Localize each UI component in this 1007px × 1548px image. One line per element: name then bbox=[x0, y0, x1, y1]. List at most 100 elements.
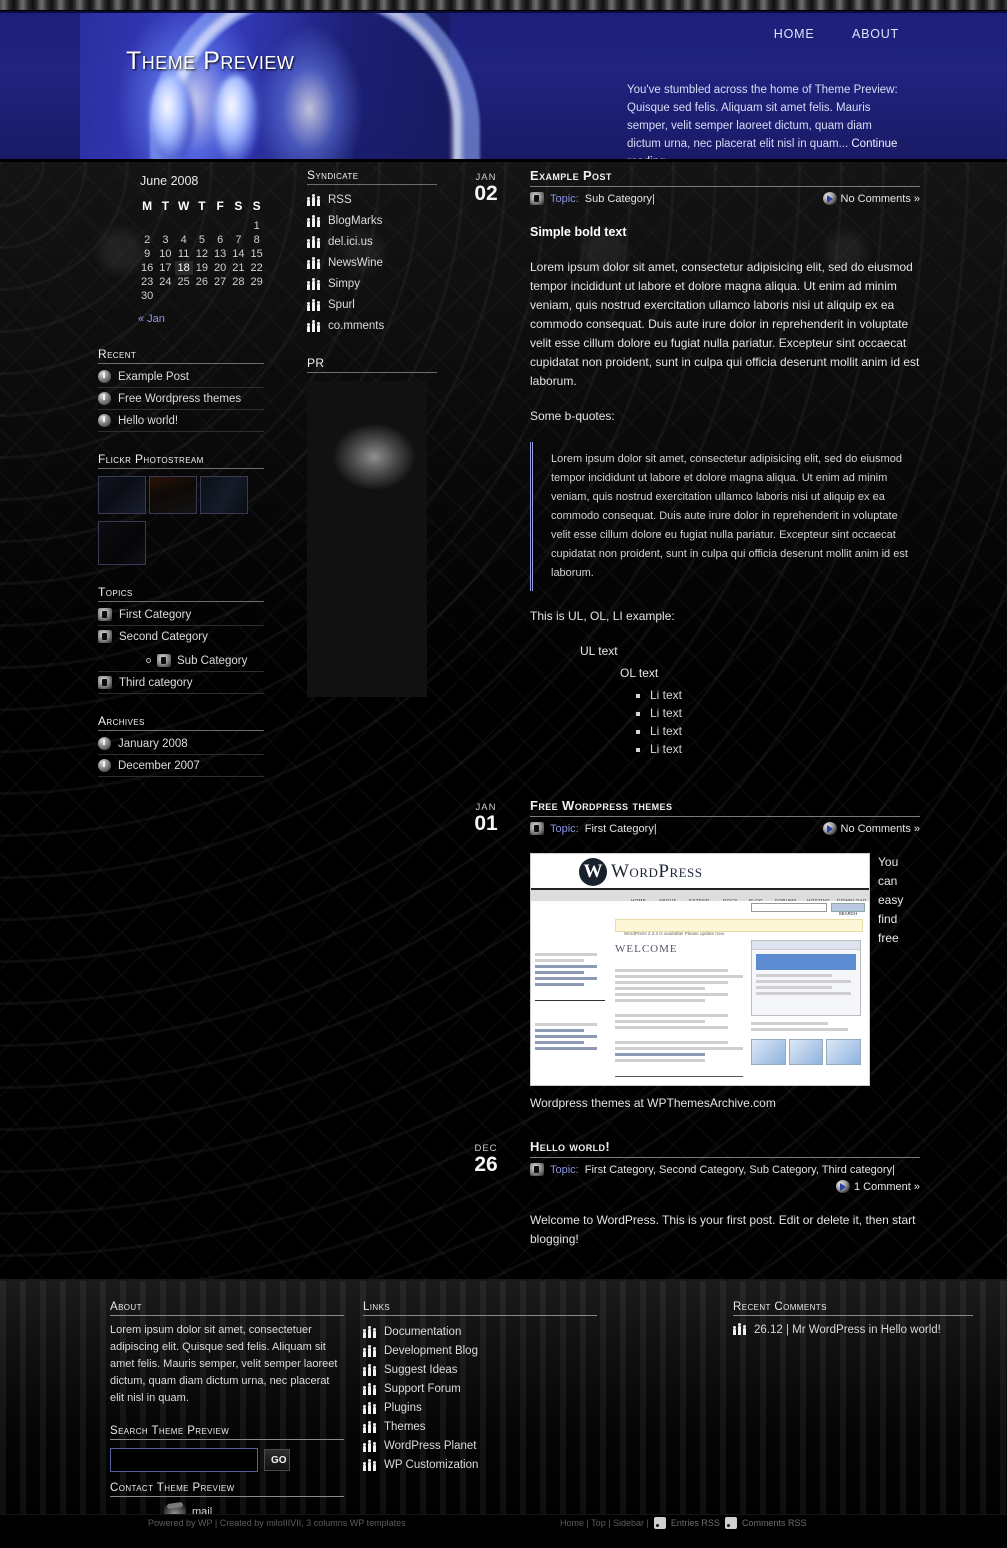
calendar-weekday: M bbox=[142, 199, 153, 213]
calendar-day bbox=[156, 289, 174, 303]
calendar-day: 3 bbox=[162, 234, 169, 246]
list-item[interactable]: Third category bbox=[98, 672, 264, 694]
comments-rss-link[interactable]: Comments RSS bbox=[742, 1518, 807, 1528]
footer-link-themes[interactable]: Themes bbox=[384, 1421, 426, 1433]
list-item[interactable]: BlogMarks bbox=[307, 210, 437, 231]
list-item[interactable]: Documentation bbox=[363, 1322, 597, 1341]
footer-link-development-blog[interactable]: Development Blog bbox=[384, 1345, 478, 1357]
list-item[interactable]: Second Category Sub Category bbox=[98, 626, 264, 672]
calendar-day bbox=[211, 289, 229, 303]
calendar-day: 5 bbox=[198, 234, 205, 246]
post-title[interactable]: Example Post bbox=[530, 168, 920, 187]
syndicate-link-newswine[interactable]: NewsWine bbox=[328, 257, 383, 269]
nav-item-about[interactable]: ABOUT bbox=[852, 27, 899, 41]
list-item[interactable]: WP Customization bbox=[363, 1455, 597, 1474]
recent-post-link[interactable]: Free Wordpress themes bbox=[118, 393, 241, 405]
list-item[interactable]: Development Blog bbox=[363, 1341, 597, 1360]
calendar-day bbox=[138, 219, 156, 233]
post-day: 02 bbox=[474, 182, 498, 205]
topic-link-sub-category[interactable]: Sub Category bbox=[177, 655, 247, 667]
post-body: Example Post Topic: Sub Category| No Com… bbox=[530, 168, 920, 758]
calendar-week-row: 9 10 11 12 13 14 15 bbox=[138, 247, 266, 261]
comments-count-link[interactable]: No Comments » bbox=[841, 193, 920, 205]
topic-link-second-category[interactable]: Second Category bbox=[119, 631, 208, 643]
flickr-thumbnail[interactable] bbox=[200, 476, 248, 514]
list-item[interactable]: Plugins bbox=[363, 1398, 597, 1417]
primary-navigation: HOME ABOUT bbox=[740, 27, 899, 41]
list-item[interactable]: Themes bbox=[363, 1417, 597, 1436]
flickr-title: Flickr Photostream bbox=[98, 452, 264, 469]
post-content: Simple bold text Lorem ipsum dolor sit a… bbox=[530, 223, 920, 758]
calendar-day: 26 bbox=[195, 276, 208, 288]
list-item[interactable]: Support Forum bbox=[363, 1379, 597, 1398]
recent-post-link[interactable]: Hello world! bbox=[118, 415, 178, 427]
list-item[interactable]: Free Wordpress themes bbox=[98, 388, 264, 410]
list-item[interactable]: Simpy bbox=[307, 273, 437, 294]
calendar-day bbox=[229, 289, 247, 303]
nav-item-home[interactable]: HOME bbox=[774, 27, 815, 41]
syndicate-link-delicious[interactable]: del.ici.us bbox=[328, 236, 373, 248]
post-category-link[interactable]: First Category, Second Category, Sub Cat… bbox=[585, 1164, 895, 1176]
footer-links-list: Documentation Development Blog Suggest I… bbox=[363, 1322, 597, 1474]
topic-link-third-category[interactable]: Third category bbox=[119, 677, 193, 689]
list-item[interactable]: WordPress Planet bbox=[363, 1436, 597, 1455]
search-go-button[interactable]: GO bbox=[264, 1449, 290, 1471]
post-title[interactable]: Free Wordpress themes bbox=[530, 798, 920, 817]
flickr-thumbnail[interactable] bbox=[98, 521, 146, 565]
post-comments-link[interactable]: 1 Comment » bbox=[530, 1180, 920, 1193]
list-item[interactable]: December 2007 bbox=[98, 755, 264, 777]
wordpress-screenshot-image[interactable]: W WordPress HOME ABOUT EXTEND DOCS BLOG … bbox=[530, 853, 870, 1086]
topic-label: Topic: bbox=[550, 192, 579, 205]
flickr-thumbnail[interactable] bbox=[149, 476, 197, 514]
archive-link-january-2008[interactable]: January 2008 bbox=[118, 738, 188, 750]
entries-rss-link[interactable]: Entries RSS bbox=[671, 1518, 720, 1528]
list-item[interactable]: NewsWine bbox=[307, 252, 437, 273]
credits-nav-links[interactable]: Home | Top | Sidebar | bbox=[560, 1518, 649, 1528]
recent-comment-item[interactable]: 26.12 | Mr WordPress in Hello world! bbox=[733, 1322, 973, 1338]
syndicate-link-spurl[interactable]: Spurl bbox=[328, 299, 355, 311]
post-comments-link[interactable]: No Comments » bbox=[822, 822, 920, 835]
syndicate-link-blogmarks[interactable]: BlogMarks bbox=[328, 215, 382, 227]
calendar-day: 23 bbox=[141, 276, 154, 288]
footer-link-documentation[interactable]: Documentation bbox=[384, 1326, 461, 1338]
list-item[interactable]: Spurl bbox=[307, 294, 437, 315]
syndicate-link-simpy[interactable]: Simpy bbox=[328, 278, 360, 290]
recent-post-link[interactable]: Example Post bbox=[118, 371, 189, 383]
footer-link-plugins[interactable]: Plugins bbox=[384, 1402, 422, 1414]
post-comments-link[interactable]: No Comments » bbox=[822, 192, 920, 205]
topic-link-first-category[interactable]: First Category bbox=[119, 609, 191, 621]
list-item[interactable]: Suggest Ideas bbox=[363, 1360, 597, 1379]
syndicate-link-comments[interactable]: co.mments bbox=[328, 320, 384, 332]
calendar-day: 8 bbox=[253, 234, 260, 246]
folder-icon bbox=[530, 1163, 544, 1176]
footer-link-suggest-ideas[interactable]: Suggest Ideas bbox=[384, 1364, 458, 1376]
post-categories: Topic: First Category, Second Category, … bbox=[530, 1163, 920, 1176]
list-item[interactable]: RSS bbox=[307, 189, 437, 210]
syndicate-link-rss[interactable]: RSS bbox=[328, 194, 352, 206]
topic-parent-row[interactable]: Second Category bbox=[98, 630, 208, 643]
list-item[interactable]: del.ici.us bbox=[307, 231, 437, 252]
archive-link-december-2007[interactable]: December 2007 bbox=[118, 760, 200, 772]
post-category-link[interactable]: Sub Category| bbox=[585, 193, 655, 205]
list-item[interactable]: Hello world! bbox=[98, 410, 264, 432]
footer-link-wp-customization[interactable]: WP Customization bbox=[384, 1459, 478, 1471]
post-title[interactable]: Hello world! bbox=[530, 1139, 920, 1158]
flickr-thumbnail[interactable] bbox=[98, 476, 146, 514]
footer-search-form: GO bbox=[110, 1448, 344, 1472]
footer-link-wordpress-planet[interactable]: WordPress Planet bbox=[384, 1440, 476, 1452]
comments-count-link[interactable]: 1 Comment » bbox=[854, 1181, 920, 1193]
footer-links-title: Links bbox=[363, 1301, 597, 1316]
footer-link-support-forum[interactable]: Support Forum bbox=[384, 1383, 461, 1395]
calendar-day: 9 bbox=[144, 248, 151, 260]
calendar-day: 11 bbox=[177, 248, 190, 260]
post-list-intro: This is UL, OL, LI example: bbox=[530, 609, 675, 623]
post-category-link[interactable]: First Category| bbox=[585, 823, 657, 835]
list-item[interactable]: First Category bbox=[98, 604, 264, 626]
calendar-prev-link[interactable]: « Jan bbox=[138, 313, 165, 325]
search-input[interactable] bbox=[110, 1448, 258, 1472]
topic-sub-row[interactable]: Sub Category bbox=[98, 654, 247, 667]
list-item[interactable]: January 2008 bbox=[98, 733, 264, 755]
comments-count-link[interactable]: No Comments » bbox=[841, 823, 920, 835]
list-item[interactable]: Example Post bbox=[98, 366, 264, 388]
list-item[interactable]: co.mments bbox=[307, 315, 437, 336]
